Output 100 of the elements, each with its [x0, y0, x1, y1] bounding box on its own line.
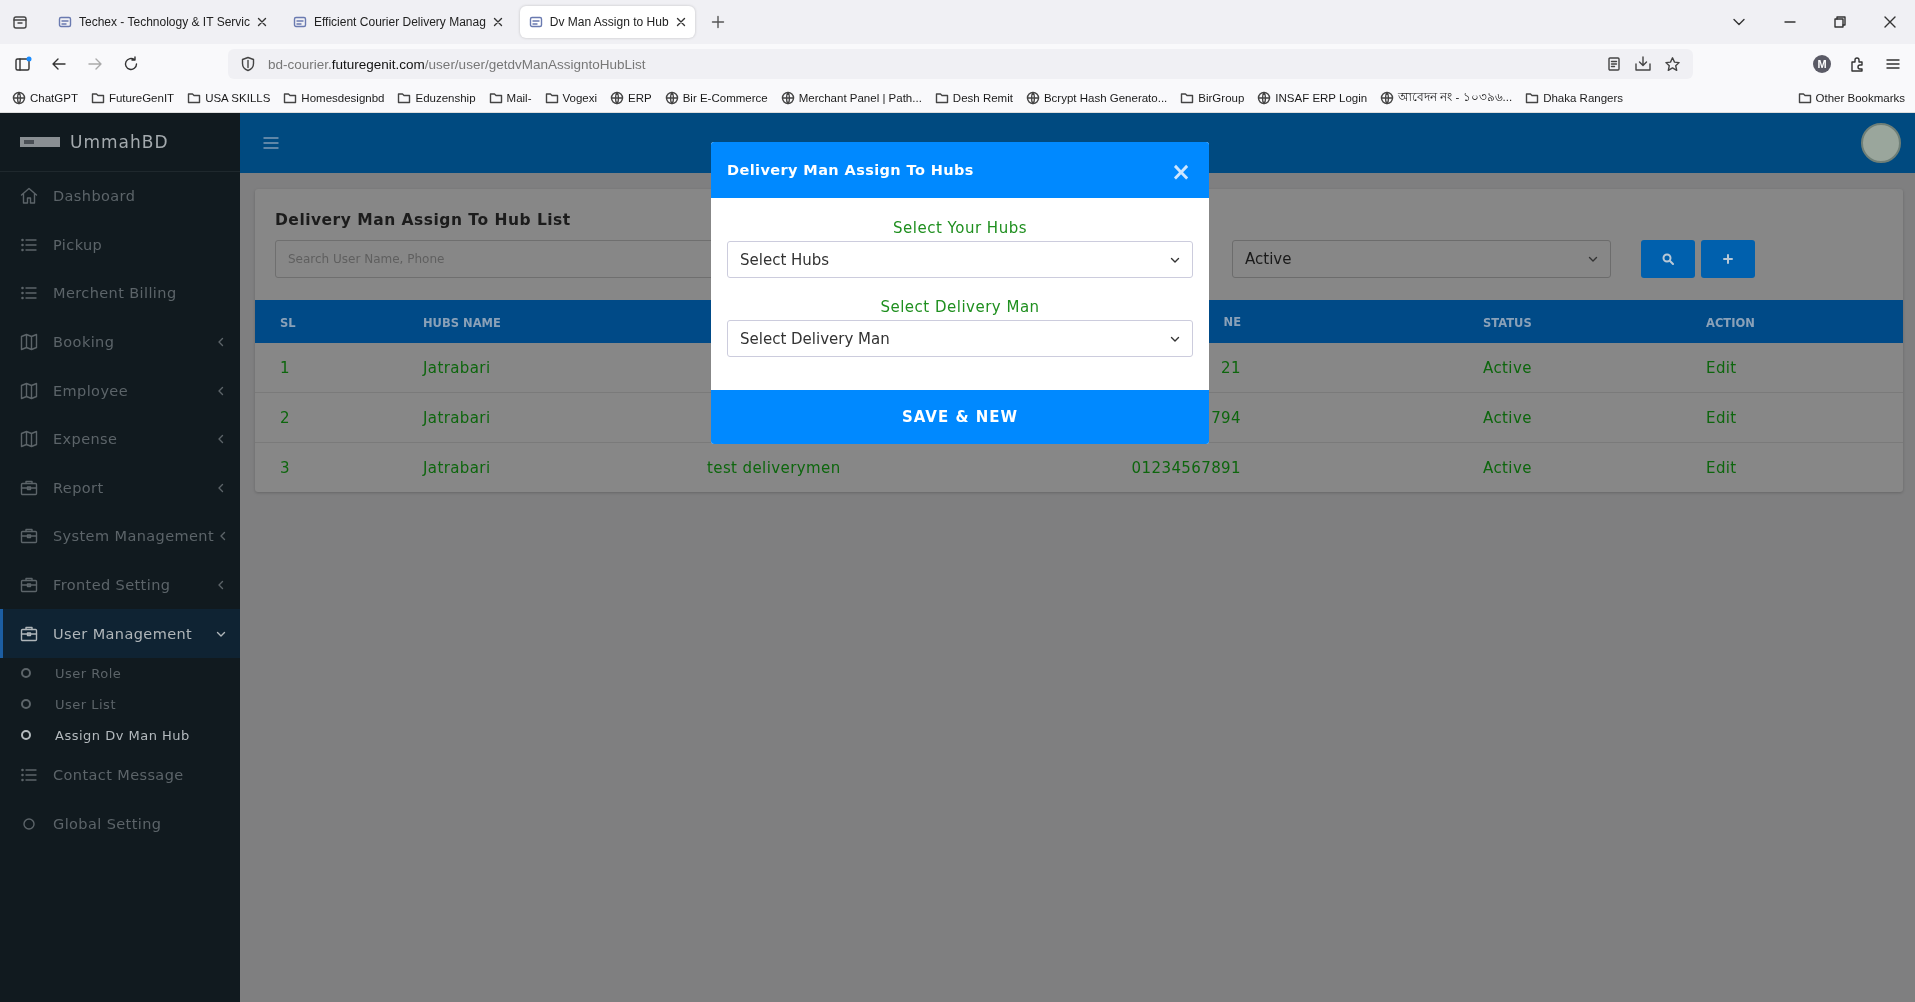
table-cell: test deliverymen — [707, 459, 841, 477]
circle-icon — [20, 729, 32, 742]
address-bar[interactable]: bd-courier.futuregenit.com/user/user/getdvManAssigntoHubList — [228, 49, 1693, 79]
bookmark[interactable]: ChatGPT — [12, 91, 78, 105]
search-button[interactable] — [1641, 240, 1695, 278]
column-header: NE — [1222, 314, 1241, 329]
folder-icon — [1525, 91, 1540, 105]
folder-icon — [1797, 91, 1812, 105]
tab-title: Dv Man Assign to Hub — [549, 15, 669, 29]
bookmark[interactable]: Bir E-Commerce — [664, 91, 768, 105]
bookmark[interactable]: FutureGenIT — [90, 91, 175, 105]
chevron-down-icon — [1588, 254, 1598, 264]
other-bookmarks[interactable]: Other Bookmarks — [1797, 91, 1905, 105]
site-icon — [1025, 91, 1040, 105]
close-icon[interactable] — [257, 17, 267, 27]
bookmark-label: INSAF ERP Login — [1275, 92, 1368, 104]
bookmark-label: Desh Remit — [952, 92, 1013, 104]
site-icon — [12, 91, 26, 105]
star-icon[interactable] — [1664, 55, 1681, 73]
bookmark-label: Other Bookmarks — [1815, 92, 1905, 104]
folder-icon — [283, 91, 298, 105]
bookmark[interactable]: Eduzenship — [397, 91, 476, 105]
folder-icon — [934, 91, 949, 105]
close-icon[interactable] — [492, 17, 503, 27]
restore-icon[interactable] — [1834, 16, 1846, 28]
bookmark[interactable]: USA SKILLS — [187, 91, 271, 105]
table-cell: Jatrabari — [423, 359, 491, 377]
bookmark[interactable]: Mail- — [488, 91, 532, 105]
shield-icon — [240, 56, 256, 72]
table-cell: 1 — [280, 359, 290, 377]
folder-icon — [187, 91, 202, 105]
browser-tab[interactable]: Efficient Courier Delivery Manag — [284, 6, 512, 38]
table-cell: 3 — [280, 459, 290, 477]
tab-title: Efficient Courier Delivery Manag — [314, 15, 486, 29]
table-cell: Active — [1483, 359, 1532, 377]
dropdown-field[interactable]: Select Hubs — [727, 241, 1193, 278]
column-header: STATUS — [1483, 316, 1532, 330]
download-icon[interactable] — [1634, 55, 1652, 73]
plus-icon — [1723, 254, 1733, 264]
sidebar-icon[interactable] — [14, 55, 32, 73]
folder-icon — [397, 91, 412, 105]
brand-name: UmmahBD — [70, 132, 169, 152]
tab-list-icon[interactable] — [12, 14, 28, 30]
close-icon[interactable] — [675, 17, 686, 27]
folder-icon — [488, 91, 503, 105]
bookmark[interactable]: Homesdesignbd — [283, 91, 385, 105]
bookmark-label: ChatGPT — [30, 92, 78, 104]
submenu-item[interactable]: Assign Dv Man Hub — [0, 719, 240, 751]
bookmark[interactable]: Vogexi — [544, 91, 598, 105]
bookmark[interactable]: Dhaka Rangers — [1525, 91, 1624, 105]
modal-title: Delivery Man Assign To Hubs — [727, 162, 975, 178]
url-text: bd-courier.futuregenit.com/user/user/getdvManAssigntoHubList — [268, 56, 646, 72]
profile-avatar[interactable]: M — [1813, 55, 1831, 73]
table-cell: Jatrabari — [423, 459, 491, 477]
table-cell: Active — [1483, 409, 1532, 427]
table-cell: 2 — [280, 409, 290, 427]
browser-tab[interactable]: Techex - Technology & IT Servic — [49, 6, 276, 38]
folder-icon — [1180, 91, 1195, 105]
column-header: ACTION — [1706, 316, 1755, 330]
home-icon — [19, 186, 39, 207]
bookmark-label: BirGroup — [1198, 92, 1245, 104]
bookmark[interactable]: ERP — [610, 91, 652, 105]
circle-icon — [20, 667, 32, 680]
table-cell-text: 794 — [1210, 408, 1241, 427]
bookmark-label: Bcrypt Hash Generato... — [1043, 92, 1168, 104]
favicon-icon — [293, 15, 307, 29]
bookmark-label: Mail- — [506, 92, 532, 104]
folder-icon — [90, 91, 105, 105]
bookmark-label: Vogexi — [562, 92, 598, 104]
column-header: HUBS NAME — [423, 316, 501, 330]
new-tab-icon[interactable] — [710, 15, 725, 29]
search-icon — [1662, 253, 1674, 265]
reader-view-icon[interactable] — [1606, 56, 1622, 72]
site-icon — [610, 91, 625, 105]
close-icon[interactable] — [1884, 16, 1896, 28]
menu-icon[interactable] — [1885, 56, 1901, 72]
bookmark-label: Eduzenship — [415, 92, 476, 104]
favicon-icon — [58, 15, 72, 29]
bookmark[interactable]: BirGroup — [1180, 91, 1245, 105]
logo-icon — [20, 137, 60, 147]
bookmark[interactable]: Desh Remit — [934, 91, 1013, 105]
folder-icon — [544, 91, 559, 105]
avatar[interactable] — [1861, 123, 1901, 163]
bookmark-label: ERP — [628, 92, 652, 104]
bookmark[interactable]: আবেদন নং - ১০৩৯৬... — [1380, 88, 1513, 108]
browser-tab[interactable]: Dv Man Assign to Hub — [519, 6, 695, 38]
bookmark[interactable]: Bcrypt Hash Generato... — [1025, 91, 1168, 105]
tab-title: Techex - Technology & IT Servic — [79, 15, 250, 29]
dropdown-field[interactable]: Select Delivery Man — [727, 320, 1193, 357]
status-select[interactable]: Active — [1232, 240, 1611, 278]
field-label: Select Your Hubs — [892, 218, 1028, 238]
bookmark-label: USA SKILLS — [205, 92, 271, 104]
bookmark[interactable]: INSAF ERP Login — [1257, 91, 1368, 105]
site-icon — [780, 91, 795, 105]
table-cell-text: 01234567891 — [1130, 458, 1241, 477]
table-cell: Jatrabari — [423, 409, 491, 427]
bookmark[interactable]: Merchant Panel | Path... — [780, 91, 922, 105]
reload-icon[interactable] — [122, 55, 140, 73]
map-icon — [19, 380, 39, 401]
sidebar-item[interactable]: User Management — [0, 609, 240, 658]
